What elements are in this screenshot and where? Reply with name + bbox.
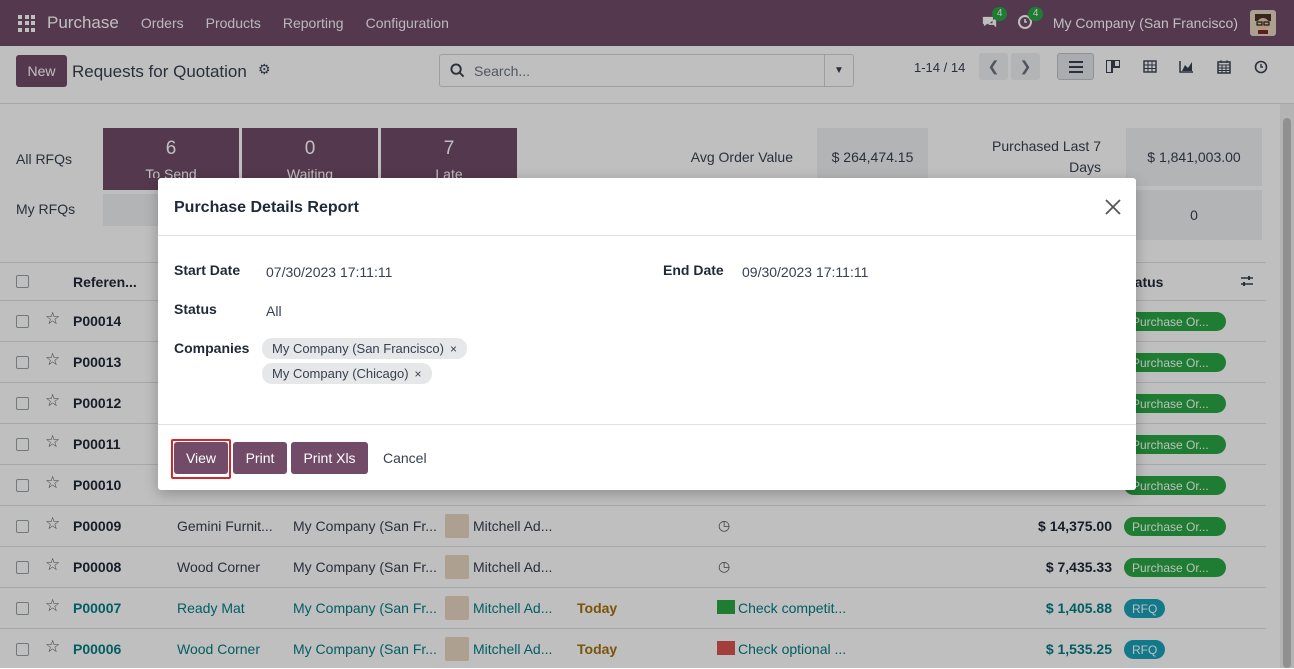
purchase-details-dialog: Purchase Details Report Start Date 07/30…	[158, 178, 1136, 490]
end-date-field[interactable]: 09/30/2023 17:11:11	[742, 264, 868, 280]
start-date-label: Start Date	[174, 262, 241, 278]
close-icon[interactable]	[1104, 198, 1122, 216]
dialog-header: Purchase Details Report	[158, 178, 1136, 236]
company-tag: My Company (Chicago) ×	[262, 363, 432, 384]
companies-label: Companies	[174, 340, 250, 356]
dialog-title: Purchase Details Report	[174, 199, 359, 216]
company-tag-label: My Company (Chicago)	[272, 366, 409, 381]
view-button[interactable]: View	[174, 442, 228, 474]
remove-tag-icon[interactable]: ×	[450, 342, 457, 356]
remove-tag-icon[interactable]: ×	[415, 367, 422, 381]
dialog-footer: View Print Print Xls Cancel	[158, 424, 1136, 490]
cancel-button[interactable]: Cancel	[383, 442, 427, 474]
start-date-field[interactable]: 07/30/2023 17:11:11	[266, 264, 392, 280]
print-button[interactable]: Print	[233, 442, 287, 474]
print-xls-button[interactable]: Print Xls	[291, 442, 368, 474]
status-label: Status	[174, 301, 217, 317]
status-field[interactable]: All	[266, 303, 282, 319]
company-tag: My Company (San Francisco) ×	[262, 338, 467, 359]
company-tag-label: My Company (San Francisco)	[272, 341, 444, 356]
end-date-label: End Date	[663, 262, 724, 278]
